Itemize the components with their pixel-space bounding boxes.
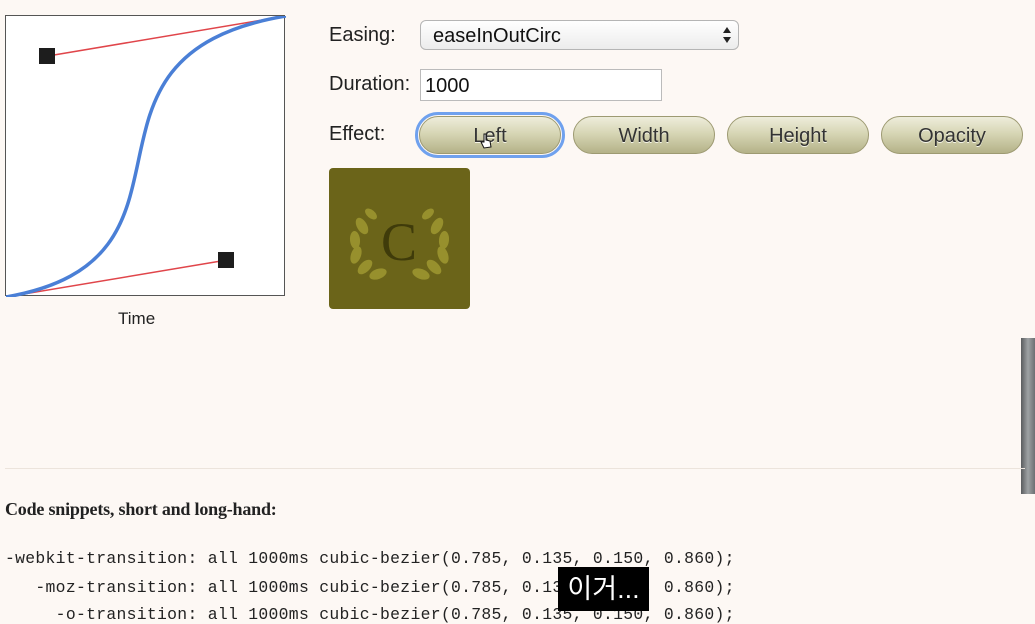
effect-height-button[interactable]: Height bbox=[727, 116, 869, 154]
bezier-curve-graph[interactable] bbox=[5, 15, 286, 297]
effect-opacity-button[interactable]: Opacity bbox=[881, 116, 1023, 154]
video-caption-overlay: 이거... bbox=[558, 567, 649, 611]
demo-animation-box: C bbox=[329, 168, 470, 309]
easing-label: Easing: bbox=[329, 24, 396, 46]
select-arrows-icon bbox=[723, 27, 731, 43]
control-point-1-handle[interactable] bbox=[218, 252, 234, 268]
handle-line-start bbox=[6, 259, 228, 297]
control-point-2-handle[interactable] bbox=[39, 48, 55, 64]
section-divider bbox=[5, 468, 1025, 469]
easing-select[interactable]: easeInOutCirc bbox=[420, 20, 739, 50]
side-image-strip bbox=[1021, 338, 1035, 494]
logo-letter: C bbox=[381, 212, 417, 272]
handle-line-end bbox=[47, 16, 286, 57]
snippets-title: Code snippets, short and long-hand: bbox=[5, 499, 277, 519]
laurel-logo-icon: C bbox=[349, 208, 450, 280]
easing-select-value: easeInOutCirc bbox=[433, 25, 561, 47]
duration-input[interactable]: 1000 bbox=[420, 69, 662, 101]
effect-width-button[interactable]: Width bbox=[573, 116, 715, 154]
hand-cursor-icon bbox=[480, 133, 492, 149]
duration-label: Duration: bbox=[329, 73, 411, 95]
code-line-webkit: -webkit-transition: all 1000ms cubic-bez… bbox=[5, 549, 735, 568]
effect-label: Effect: bbox=[329, 123, 386, 145]
time-axis-label: Time bbox=[118, 309, 156, 328]
